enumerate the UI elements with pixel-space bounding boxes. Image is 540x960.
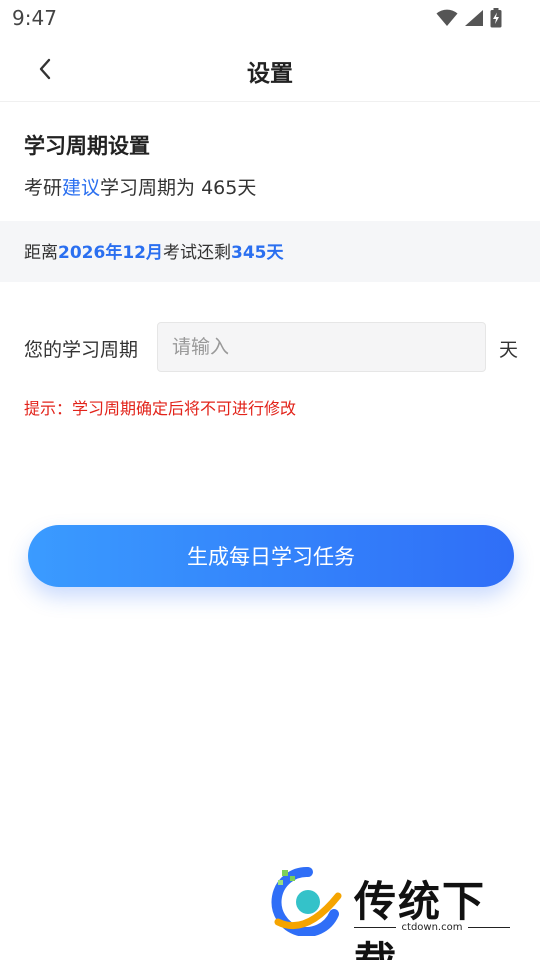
ctdown-logo-icon	[271, 866, 342, 936]
watermark-brand: 传统下载	[354, 877, 487, 960]
warning-hint: 提示：学习周期确定后将不可进行修改	[24, 399, 297, 418]
generate-daily-tasks-button[interactable]: 生成每日学习任务	[28, 525, 514, 587]
status-time: 9:47	[12, 6, 57, 30]
watermark: 传统下载 ctdown.com	[268, 860, 518, 960]
unit-label: 天	[499, 339, 519, 361]
page-title: 设置	[247, 61, 293, 87]
suggest-prefix: 考研	[24, 177, 63, 199]
countdown-text: 距离2026年12月考试还剩345天	[24, 238, 283, 263]
suggest-link[interactable]: 建议	[62, 177, 100, 199]
suggested-cycle-text: 考研建议学习周期为 465天	[24, 173, 256, 200]
nav-bar: 设置	[0, 36, 540, 102]
suggest-suffix: 学习周期为 465天	[100, 177, 257, 199]
watermark-domain: ctdown.com	[401, 922, 463, 933]
study-cycle-label: 您的学习周期	[24, 339, 139, 361]
countdown-middle: 考试还剩	[162, 243, 231, 263]
days-remaining: 345天	[230, 243, 284, 263]
status-bar: 9:47	[0, 0, 540, 36]
status-icons	[436, 8, 502, 28]
section-title: 学习周期设置	[24, 134, 150, 158]
exam-date: 2026年12月	[58, 243, 163, 263]
battery-charging-icon	[490, 8, 502, 28]
divider	[354, 927, 396, 928]
countdown-prefix: 距离	[24, 243, 58, 263]
watermark-domain-row: ctdown.com	[354, 922, 510, 933]
divider	[468, 927, 510, 928]
cellular-signal-icon	[465, 10, 483, 26]
wifi-icon	[436, 9, 458, 26]
study-cycle-input[interactable]	[157, 322, 486, 372]
